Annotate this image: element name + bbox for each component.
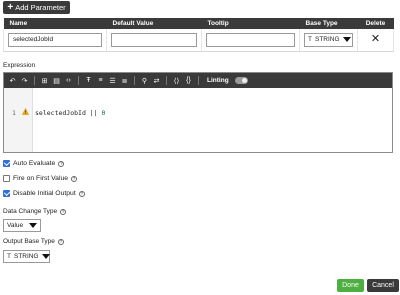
delete-param-icon[interactable]: ✕ xyxy=(362,34,389,45)
line-number: 1 xyxy=(12,109,16,117)
toolbar-divider xyxy=(198,76,199,85)
toolbar-divider xyxy=(34,76,35,85)
linting-label: Linting xyxy=(207,77,229,84)
chevron-down-icon xyxy=(342,37,351,43)
comment-icon[interactable]: ▤ xyxy=(52,76,61,85)
code-area[interactable]: 1 selectedJobId || 0 xyxy=(4,88,392,152)
auto-evaluate-option[interactable]: Auto Evaluate ? xyxy=(3,160,65,167)
disable-initial-output-checkbox[interactable] xyxy=(3,190,10,197)
code-text: selectedJobId || xyxy=(35,109,102,117)
auto-evaluate-label: Auto Evaluate xyxy=(13,160,56,167)
cancel-button[interactable]: Cancel xyxy=(367,279,399,292)
insert-icon[interactable]: ⊞ xyxy=(40,76,49,85)
header-base-type: Base Type xyxy=(299,18,358,29)
code-number: 0 xyxy=(101,109,106,117)
editor-toolbar: ↶ ↷ ⊞ ▤ ‹› Ŧ ≡ ☰ ≣ ⚲ ⇄ ⟨⟩ {} Linting xyxy=(4,73,392,88)
delete-cell: ✕ xyxy=(357,29,394,52)
toggle-knob xyxy=(241,78,247,83)
output-base-type-select[interactable]: T STRING xyxy=(3,250,50,263)
disable-initial-output-option[interactable]: Disable Initial Output ? xyxy=(3,190,85,197)
warning-icon xyxy=(22,108,29,115)
help-icon[interactable]: ? xyxy=(78,190,85,197)
help-icon[interactable]: ? xyxy=(58,160,65,167)
disable-initial-output-label: Disable Initial Output xyxy=(13,190,76,197)
name-cell: selectedJobId xyxy=(3,29,107,52)
undo-icon[interactable]: ↶ xyxy=(8,76,17,85)
toolbar-divider xyxy=(78,76,79,85)
header-default-value: Default Value xyxy=(106,18,202,29)
format-icon[interactable]: Ŧ xyxy=(84,76,93,85)
toolbar-divider xyxy=(166,76,167,85)
code-line-1[interactable]: selectedJobId || 0 xyxy=(35,109,105,117)
param-base-type-value: STRING xyxy=(314,36,340,44)
help-icon[interactable]: ? xyxy=(57,238,64,245)
plus-icon: + xyxy=(7,1,14,13)
line-gutter xyxy=(4,88,33,152)
header-name: Name xyxy=(3,18,107,29)
done-button[interactable]: Done xyxy=(337,279,364,292)
parameters-table: Name Default Value Tooltip Base Type Del… xyxy=(3,18,394,52)
data-change-type-label-row: Data Change Type ? xyxy=(3,208,67,215)
default-value-cell xyxy=(106,29,202,52)
chevron-down-icon xyxy=(29,223,37,228)
output-base-type-value: STRING xyxy=(13,253,39,260)
help-icon[interactable]: ? xyxy=(71,175,78,182)
data-change-type-select[interactable]: Value xyxy=(3,219,41,232)
table-row: selectedJobId T STRING ✕ xyxy=(3,29,394,52)
fire-on-first-value-option[interactable]: Fire on First Value ? xyxy=(3,175,78,182)
chevron-down-icon xyxy=(41,254,50,259)
string-type-icon: T xyxy=(308,36,312,44)
header-delete: Delete xyxy=(357,18,394,29)
param-name-input[interactable]: selectedJobId xyxy=(8,32,102,47)
string-type-icon: T xyxy=(7,253,11,260)
output-base-type-label-row: Output Base Type ? xyxy=(3,238,64,245)
output-base-type-label: Output Base Type xyxy=(3,238,55,245)
align-justify-icon[interactable]: ≣ xyxy=(120,76,129,85)
param-base-type-select[interactable]: T STRING xyxy=(304,32,353,47)
expression-label: Expression xyxy=(3,62,36,69)
data-change-type-label: Data Change Type xyxy=(3,208,58,215)
fold-icon[interactable]: ⟨⟩ xyxy=(172,76,181,85)
code-icon[interactable]: ‹› xyxy=(64,76,73,85)
toolbar-divider xyxy=(134,76,135,85)
help-icon[interactable]: ? xyxy=(60,208,67,215)
replace-icon[interactable]: ⇄ xyxy=(152,76,161,85)
align-center-icon[interactable]: ☰ xyxy=(108,76,117,85)
add-parameter-label: Add Parameter xyxy=(15,3,66,12)
tooltip-cell xyxy=(201,29,300,52)
expression-editor[interactable]: ↶ ↷ ⊞ ▤ ‹› Ŧ ≡ ☰ ≣ ⚲ ⇄ ⟨⟩ {} Linting 1 s… xyxy=(3,72,393,153)
param-tooltip-input[interactable] xyxy=(206,32,295,47)
fire-on-first-value-checkbox[interactable] xyxy=(3,175,10,182)
align-left-icon[interactable]: ≡ xyxy=(96,76,105,85)
linting-toggle[interactable] xyxy=(234,77,248,84)
param-default-value-input[interactable] xyxy=(111,32,197,47)
unfold-icon[interactable]: {} xyxy=(184,76,193,85)
fire-on-first-value-label: Fire on First Value xyxy=(13,175,69,182)
parameters-header-row: Name Default Value Tooltip Base Type Del… xyxy=(3,18,394,29)
redo-icon[interactable]: ↷ xyxy=(20,76,29,85)
base-type-cell: T STRING xyxy=(299,29,358,52)
auto-evaluate-checkbox[interactable] xyxy=(3,160,10,167)
search-icon[interactable]: ⚲ xyxy=(140,76,149,85)
header-tooltip: Tooltip xyxy=(201,18,300,29)
data-change-type-value: Value xyxy=(7,222,24,229)
add-parameter-button[interactable]: + Add Parameter xyxy=(3,1,70,14)
